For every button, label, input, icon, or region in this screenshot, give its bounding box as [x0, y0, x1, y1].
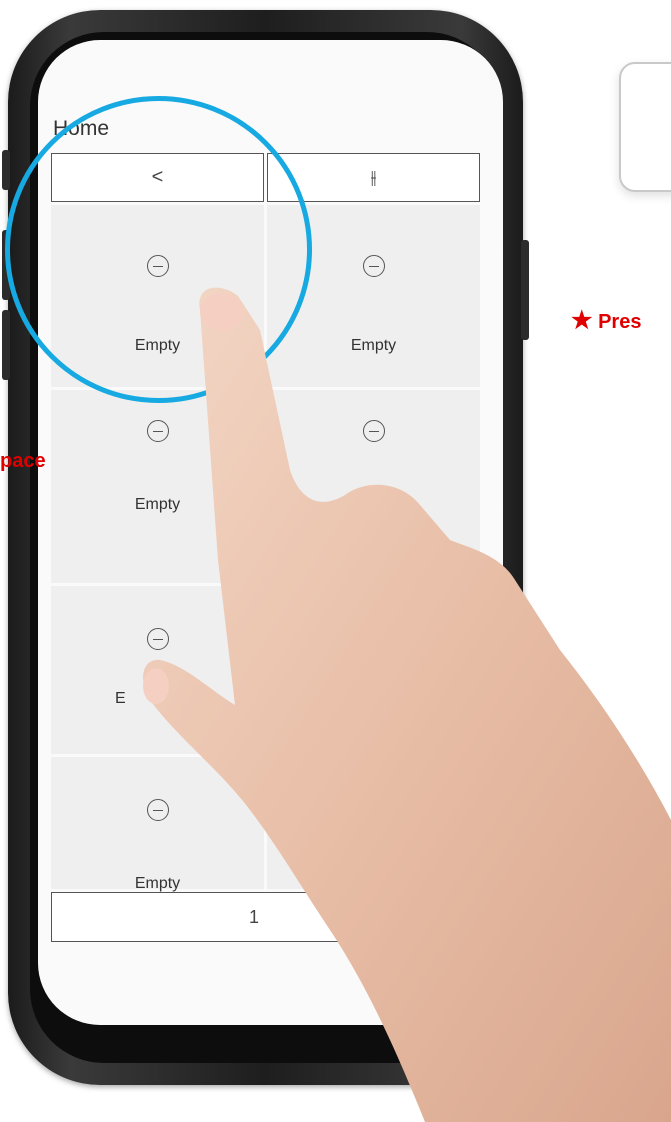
sliders-icon: ⫲ — [370, 167, 377, 187]
device-illustration — [619, 62, 671, 192]
minus-circle-icon — [362, 255, 385, 277]
minus-circle-icon — [146, 420, 169, 442]
back-button[interactable]: < — [51, 153, 264, 202]
left-annotation: pace — [0, 450, 46, 472]
tile-label: Empty — [134, 875, 181, 892]
right-annotation-text: Pres — [598, 311, 642, 333]
minus-circle-icon — [146, 628, 169, 650]
settings-button[interactable]: ⫲ — [267, 153, 480, 202]
tile-label: E — [115, 690, 126, 707]
device-tile[interactable] — [267, 390, 480, 583]
tile-label: Empty — [350, 337, 397, 354]
device-tile[interactable]: Empty — [267, 205, 480, 387]
device-tile[interactable] — [267, 757, 480, 889]
page-title: Home — [53, 117, 110, 140]
right-annotation: ★ Pres — [571, 306, 671, 335]
bottom-action-bar[interactable]: 1 — [51, 892, 494, 942]
device-tile[interactable] — [267, 586, 480, 754]
phone-side-button — [2, 310, 10, 380]
device-tile[interactable]: Empty — [51, 205, 264, 387]
phone-power-button — [521, 240, 529, 340]
minus-circle-icon — [362, 420, 385, 442]
bottom-bar-glyph: 1 — [249, 907, 260, 927]
device-tile[interactable]: Empty — [51, 390, 264, 583]
minus-circle-icon — [146, 255, 169, 277]
device-tile[interactable]: Empty — [51, 757, 264, 892]
tile-label: Empty — [134, 337, 181, 354]
phone-side-button — [2, 230, 10, 300]
device-tile[interactable]: E — [51, 586, 264, 754]
phone-screen: Home < ⫲ Empty Empty Empty E Empty 1 — [38, 40, 503, 1025]
minus-circle-icon — [146, 799, 169, 821]
tile-label: Empty — [134, 496, 181, 513]
star-icon: ★ — [571, 307, 593, 334]
chevron-left-icon: < — [151, 166, 164, 188]
phone-side-button — [2, 150, 10, 190]
